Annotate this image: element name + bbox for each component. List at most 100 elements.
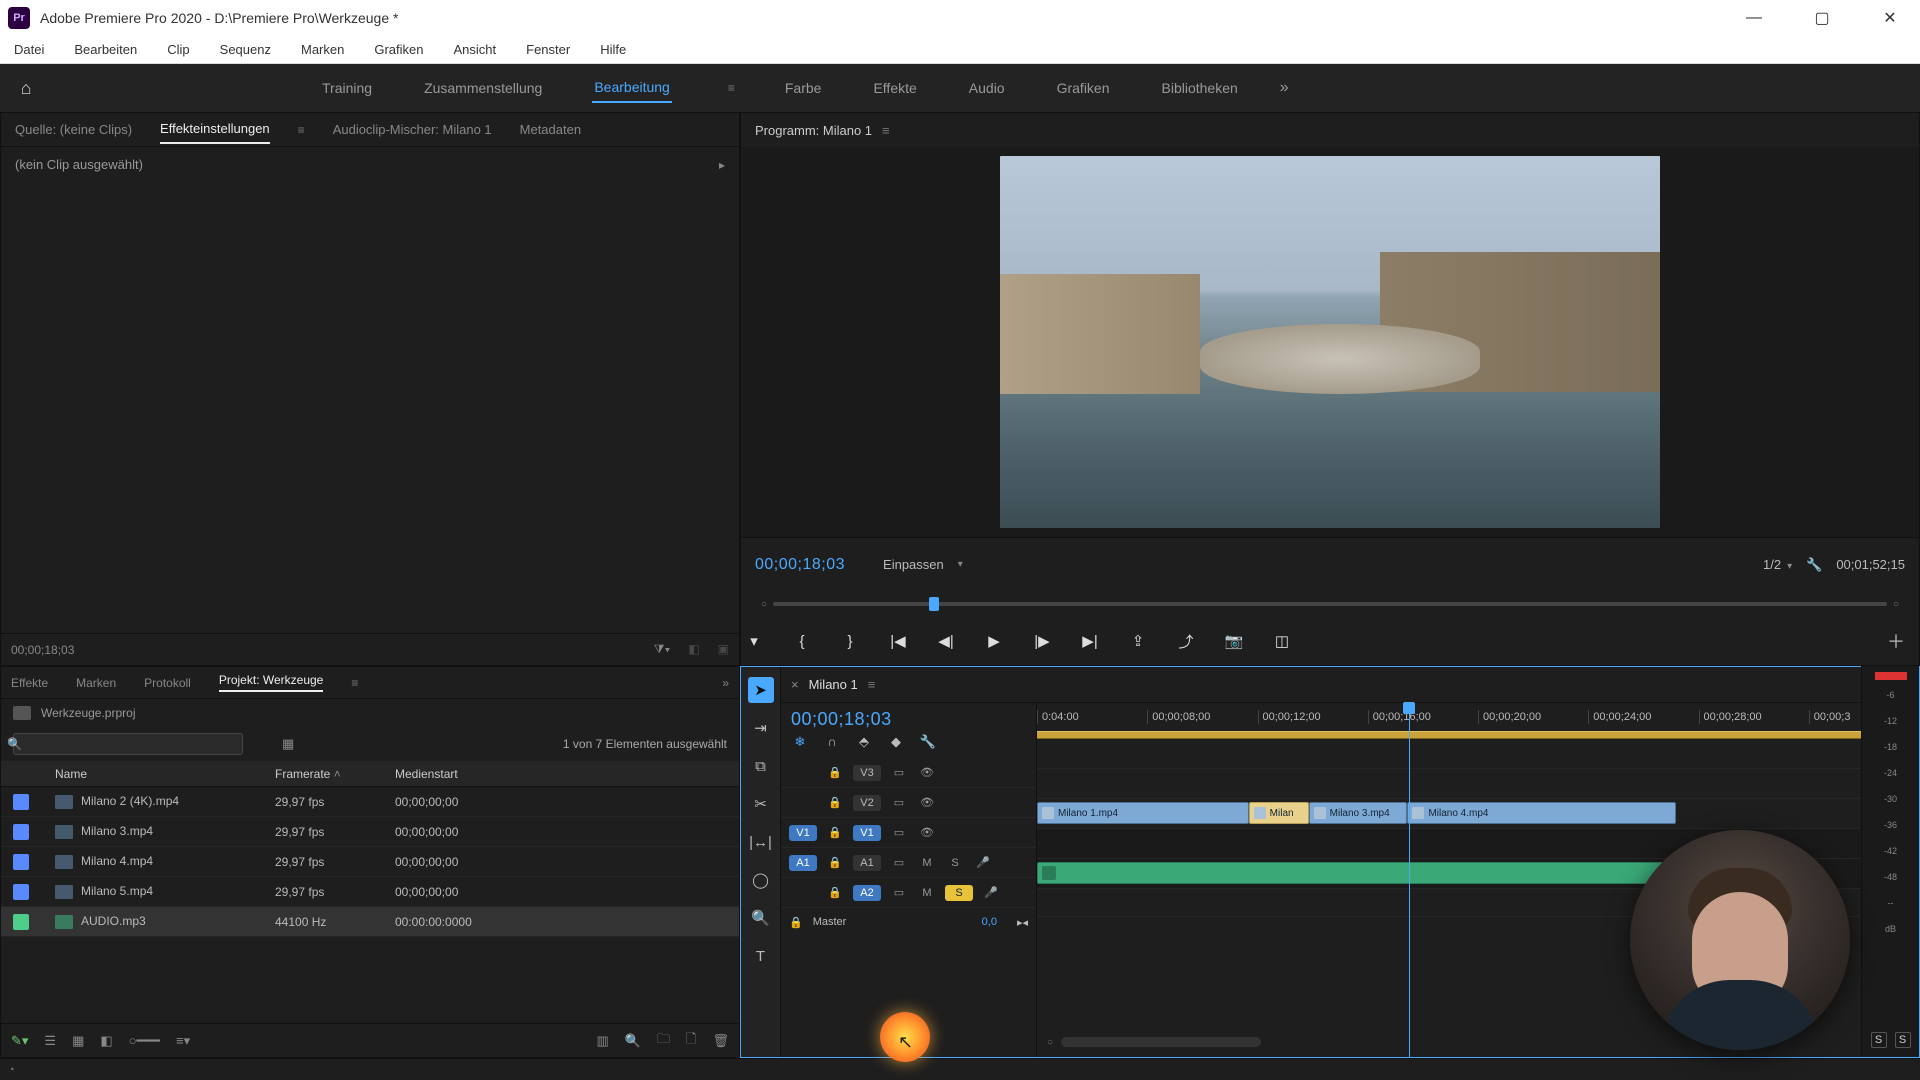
label-color-chip[interactable]: [13, 914, 29, 930]
tl-zoom-out-icon[interactable]: ○: [1047, 1037, 1053, 1048]
track-header-a1[interactable]: A1🔒A1▭M S 🎤: [781, 848, 1036, 878]
video-clip[interactable]: Milano 4.mp4: [1407, 802, 1676, 824]
icon-view-icon[interactable]: ▦: [72, 1033, 84, 1049]
minimize-button[interactable]: —: [1732, 3, 1776, 33]
col-name[interactable]: Name: [55, 767, 275, 781]
new-bin-from-search-icon[interactable]: ▦: [282, 736, 294, 752]
source-patch[interactable]: V1: [789, 825, 817, 841]
auto-seq-icon[interactable]: ▥: [597, 1033, 609, 1049]
voiceover-icon[interactable]: 🎤: [981, 886, 1001, 899]
filter-icon[interactable]: ⧩▾: [654, 642, 671, 657]
project-row[interactable]: Milano 3.mp4 29,97 fps 00;00;00;00: [1, 817, 739, 847]
expand-icon[interactable]: ▸: [719, 158, 725, 172]
track-select-tool-icon[interactable]: ⇥: [748, 715, 774, 741]
sequence-name[interactable]: Milano 1: [809, 677, 858, 692]
tab-metadata[interactable]: Metadaten: [520, 116, 581, 143]
master-value[interactable]: 0,0: [982, 916, 997, 928]
project-row[interactable]: Milano 2 (4K).mp4 29,97 fps 00;00;00;00: [1, 787, 739, 817]
linked-selection-icon[interactable]: ∩: [823, 734, 841, 750]
workspace-effekte[interactable]: Effekte: [871, 74, 918, 102]
track-target[interactable]: V2: [853, 795, 881, 811]
ruler-tick[interactable]: 00;00;08;00: [1147, 710, 1257, 724]
extract-icon[interactable]: ⤴: [1173, 628, 1199, 654]
track-v2-lane[interactable]: [1037, 769, 1919, 799]
menu-marken[interactable]: Marken: [295, 39, 350, 60]
tab-audio-mixer[interactable]: Audioclip-Mischer: Milano 1: [333, 116, 492, 143]
col-framerate[interactable]: Framerate ˄: [275, 767, 395, 781]
menu-bearbeiten[interactable]: Bearbeiten: [68, 39, 143, 60]
add-button-icon[interactable]: ＋: [1887, 628, 1905, 654]
workspace-training[interactable]: Training: [320, 74, 374, 102]
mute-button[interactable]: M: [917, 857, 937, 869]
source-patch[interactable]: A1: [789, 855, 817, 871]
mark-in-icon[interactable]: {: [789, 628, 815, 654]
go-to-out-icon[interactable]: ▶|: [1077, 628, 1103, 654]
razor-tool-icon[interactable]: ✂: [748, 791, 774, 817]
fx-badge-icon[interactable]: [1042, 866, 1056, 880]
type-tool-icon[interactable]: T: [748, 943, 774, 969]
workspace-farbe[interactable]: Farbe: [783, 74, 824, 102]
lift-icon[interactable]: ⇪: [1125, 628, 1151, 654]
insert-icon[interactable]: ◧: [688, 642, 699, 657]
solo-left-button[interactable]: S: [1871, 1032, 1887, 1048]
comparison-icon[interactable]: ◫: [1269, 628, 1295, 654]
track-target[interactable]: A1: [853, 855, 881, 871]
menu-clip[interactable]: Clip: [161, 39, 195, 60]
track-target[interactable]: V1: [853, 825, 881, 841]
menu-datei[interactable]: Datei: [8, 39, 50, 60]
workspace-grafiken[interactable]: Grafiken: [1055, 74, 1112, 102]
workspace-bearbeitung[interactable]: Bearbeitung: [592, 73, 672, 103]
project-row[interactable]: AUDIO.mp3 44100 Hz 00:00:00:0000: [1, 907, 739, 937]
project-row[interactable]: Milano 4.mp4 29,97 fps 00;00;00;00: [1, 847, 739, 877]
scrub-out-right-icon[interactable]: ○: [1893, 599, 1899, 610]
step-back-icon[interactable]: ◀|: [933, 628, 959, 654]
program-scrubber[interactable]: [773, 602, 1887, 606]
snap-icon[interactable]: ❄: [791, 734, 809, 750]
add-marker-icon[interactable]: ▾: [741, 628, 767, 654]
video-clip[interactable]: Milano 3.mp4: [1309, 802, 1408, 824]
playhead[interactable]: [1409, 703, 1410, 1057]
hand-tool-icon[interactable]: 🔍: [748, 905, 774, 931]
tab-protokoll[interactable]: Protokoll: [144, 676, 191, 690]
go-to-in-icon[interactable]: |◀: [885, 628, 911, 654]
lock-icon[interactable]: 🔒: [825, 826, 845, 839]
label-color-chip[interactable]: [13, 884, 29, 900]
sequence-menu-icon[interactable]: ≡: [868, 677, 876, 692]
ruler-tick[interactable]: 0:04:00: [1037, 710, 1147, 724]
solo-button[interactable]: S: [945, 857, 965, 869]
find-icon[interactable]: 🔍: [625, 1033, 641, 1049]
project-search-input[interactable]: [13, 733, 243, 755]
new-bin-icon[interactable]: 🗀: [657, 1030, 670, 1052]
zoom-dropdown[interactable]: 1/2: [1763, 557, 1792, 572]
mark-out-icon[interactable]: }: [837, 628, 863, 654]
video-clip[interactable]: Milano 1.mp4: [1037, 802, 1249, 824]
workspace-bibliotheken[interactable]: Bibliotheken: [1160, 74, 1240, 102]
delete-icon[interactable]: 🗑: [712, 1033, 729, 1049]
track-target[interactable]: V3: [853, 765, 881, 781]
track-header-v2[interactable]: 🔒V2▭👁: [781, 788, 1036, 818]
voiceover-icon[interactable]: 🎤: [973, 856, 993, 869]
panel-menu-icon[interactable]: ≡: [298, 123, 305, 137]
in-out-range[interactable]: [1037, 731, 1919, 739]
ruler-tick[interactable]: 00;00;28;00: [1699, 710, 1809, 724]
overwrite-icon[interactable]: ▣: [718, 642, 729, 657]
project-row[interactable]: Milano 5.mp4 29,97 fps 00;00;00;00: [1, 877, 739, 907]
export-frame-icon[interactable]: 📷: [1221, 628, 1247, 654]
ruler-tick[interactable]: 00;00;16;00: [1368, 710, 1478, 724]
program-viewer[interactable]: [741, 147, 1919, 537]
menu-ansicht[interactable]: Ansicht: [447, 39, 502, 60]
col-medienstart[interactable]: Medienstart: [395, 767, 727, 781]
play-icon[interactable]: ▶: [981, 628, 1007, 654]
toggle-output-icon[interactable]: 👁: [917, 796, 937, 809]
lock-icon[interactable]: 🔒: [825, 856, 845, 869]
workspace-zusammenstellung[interactable]: Zusammenstellung: [422, 74, 544, 102]
edit-icon[interactable]: ✎▾: [11, 1033, 28, 1049]
ruler-tick[interactable]: 00;00;12;00: [1258, 710, 1368, 724]
sort-icon[interactable]: ≡▾: [176, 1033, 190, 1049]
track-header-v1[interactable]: V1🔒V1▭👁: [781, 818, 1036, 848]
project-panel-menu-icon[interactable]: ≡: [351, 676, 358, 690]
track-target[interactable]: A2: [853, 885, 881, 901]
lock-icon[interactable]: 🔒: [825, 766, 845, 779]
tab-source[interactable]: Quelle: (keine Clips): [15, 116, 132, 143]
tab-effekte[interactable]: Effekte: [11, 676, 48, 690]
